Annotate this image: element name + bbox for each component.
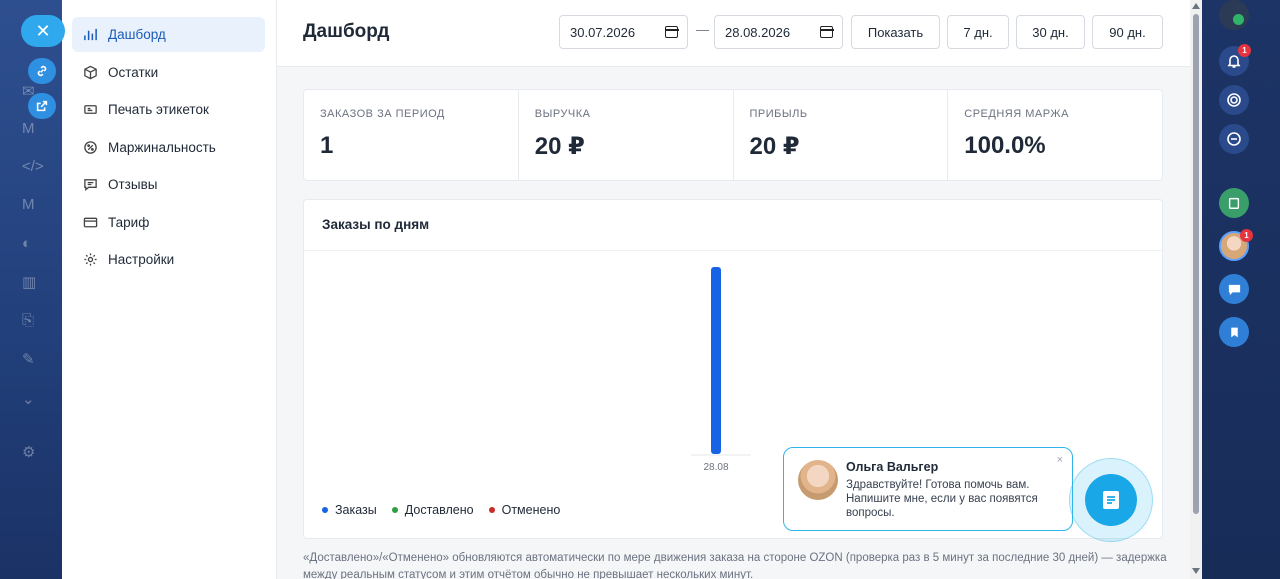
- range-90-days-button[interactable]: 90 дн.: [1092, 15, 1163, 49]
- chat-message: Здравствуйте! Готова помочь вам. Напишит…: [846, 479, 1038, 519]
- kpi-row: Заказов за период 1 Выручка 20 ₽ Прибыль…: [303, 89, 1163, 181]
- legend-item-delivered[interactable]: Доставлено: [391, 503, 474, 517]
- label-icon: [82, 102, 98, 118]
- chart-bar-orders[interactable]: [711, 267, 721, 454]
- gear-icon: [82, 252, 98, 268]
- date-from-input[interactable]: 30.07.2026: [559, 15, 688, 49]
- legend-dot: [391, 507, 398, 513]
- chart-legend: Заказы Доставлено Отменено: [322, 503, 575, 517]
- dashboard-header: Дашборд 30.07.2026 — 28.08.2026 Показать…: [277, 0, 1202, 67]
- open-new-window-button[interactable]: [28, 93, 56, 119]
- sidebar-item-label: Остатки: [108, 64, 159, 80]
- legend-dot: [488, 507, 495, 513]
- card-icon: [82, 214, 98, 230]
- bookmark-icon: [1230, 327, 1238, 337]
- operator-avatar: [798, 460, 838, 500]
- external-link-icon: [36, 100, 48, 112]
- message-bubble-icon: [1228, 284, 1240, 295]
- scroll-up-arrow-icon[interactable]: [1192, 3, 1200, 9]
- kpi-label: Прибыль: [749, 108, 808, 120]
- link-icon: [37, 65, 47, 77]
- scroll-thumb[interactable]: [1193, 14, 1199, 514]
- scroll-down-arrow-icon[interactable]: [1192, 568, 1200, 574]
- chat-form-icon: [1103, 491, 1119, 509]
- online-status-icon: [1233, 14, 1244, 25]
- page-title: Дашборд: [303, 21, 390, 42]
- user-avatar[interactable]: [1219, 0, 1249, 30]
- show-button[interactable]: Показать: [851, 15, 940, 49]
- close-icon: ✕: [35, 20, 51, 41]
- portal-left-sidebar: ✉ M </> M ◐ ▥ ⎘ ✎ ⌄ ⚙: [0, 0, 62, 579]
- kpi-value: 1: [320, 132, 334, 159]
- close-slider-button[interactable]: ✕: [21, 15, 65, 47]
- legend-label: Заказы: [335, 503, 377, 517]
- kpi-margin: Средняя маржа 100.0%: [948, 90, 1162, 180]
- operator-name: Ольга Вальгер: [846, 460, 939, 474]
- legend-label: Отменено: [501, 503, 561, 517]
- sidebar-item-stock[interactable]: Остатки: [72, 55, 265, 90]
- range-7-days-button[interactable]: 7 дн.: [947, 15, 1009, 49]
- sidebar-item-label: Дашборд: [108, 27, 166, 42]
- sidebar-item-label: Тариф: [108, 214, 150, 230]
- sidebar-item-labels[interactable]: Печать этикеток: [72, 92, 265, 127]
- sidebar-item-reviews[interactable]: Отзывы: [72, 167, 265, 202]
- sidebar-item-label: Печать этикеток: [108, 102, 209, 117]
- kpi-value: 100.0%: [964, 132, 1046, 159]
- calendar-icon[interactable]: [664, 26, 679, 38]
- bookmarks-button[interactable]: [1219, 317, 1249, 347]
- calendar-icon[interactable]: [819, 26, 834, 38]
- chat-close-icon[interactable]: ×: [1057, 454, 1063, 466]
- contact-badge: 1: [1240, 229, 1253, 242]
- messages-button[interactable]: [1219, 274, 1249, 304]
- bar-chart-icon: [82, 27, 98, 43]
- kpi-label: Средняя маржа: [964, 108, 1069, 120]
- kpi-value: 20 ₽: [534, 133, 585, 160]
- sidebar-item-label: Отзывы: [108, 177, 158, 192]
- modal-scrollbar[interactable]: [1190, 0, 1202, 579]
- tasks-button[interactable]: [1219, 188, 1249, 218]
- date-separator: —: [696, 22, 709, 37]
- chart-title: Заказы по дням: [304, 200, 1162, 251]
- sidebar-item-settings[interactable]: Настройки: [72, 242, 265, 277]
- sidebar-item-label: Настройки: [108, 252, 175, 267]
- date-to-input[interactable]: 28.08.2026: [714, 15, 843, 49]
- kpi-orders: Заказов за период 1: [304, 90, 519, 180]
- kpi-revenue: Выручка 20 ₽: [519, 90, 734, 180]
- range-30-days-button[interactable]: 30 дн.: [1016, 15, 1085, 49]
- copy-link-button[interactable]: [28, 58, 56, 84]
- legend-item-cancelled[interactable]: Отменено: [488, 503, 561, 517]
- date-from-value: 30.07.2026: [570, 24, 636, 40]
- legend-dot: [322, 507, 328, 513]
- x-tick-label: 28.08: [703, 462, 728, 473]
- open-chat-button[interactable]: [1085, 474, 1137, 526]
- sidebar-item-tariff[interactable]: Тариф: [72, 205, 265, 240]
- sync-footnote: «Доставлено»/«Отменено» обновляются авто…: [303, 552, 1167, 579]
- kpi-label: Заказов за период: [320, 108, 445, 120]
- sidebar-item-label: Маржинальность: [108, 139, 216, 155]
- message-icon: [82, 177, 98, 193]
- box-icon: [82, 64, 98, 80]
- chat-icon: [1227, 132, 1241, 146]
- clipboard-icon: [1228, 197, 1240, 209]
- notifications-badge: 1: [1238, 44, 1251, 57]
- target-icon: [1227, 93, 1241, 107]
- sidebar-item-dashboard[interactable]: Дашборд: [72, 17, 265, 52]
- app-sidebar: Дашборд Остатки Печать этикеток Маржинал…: [62, 0, 277, 579]
- kpi-value: 20 ₽: [749, 133, 800, 160]
- date-to-value: 28.08.2026: [725, 24, 791, 40]
- kpi-label: Выручка: [534, 108, 591, 120]
- legend-label: Доставлено: [404, 503, 474, 517]
- sidebar-item-margin[interactable]: Маржинальность: [72, 130, 265, 165]
- chat-popup[interactable]: Ольга Вальгер Здравствуйте! Готова помоч…: [783, 447, 1073, 531]
- activity-button[interactable]: [1219, 85, 1249, 115]
- kpi-profit: Прибыль 20 ₽: [734, 90, 949, 180]
- percent-icon: [82, 139, 98, 155]
- chats-button[interactable]: [1219, 124, 1249, 154]
- legend-item-orders[interactable]: Заказы: [322, 503, 377, 517]
